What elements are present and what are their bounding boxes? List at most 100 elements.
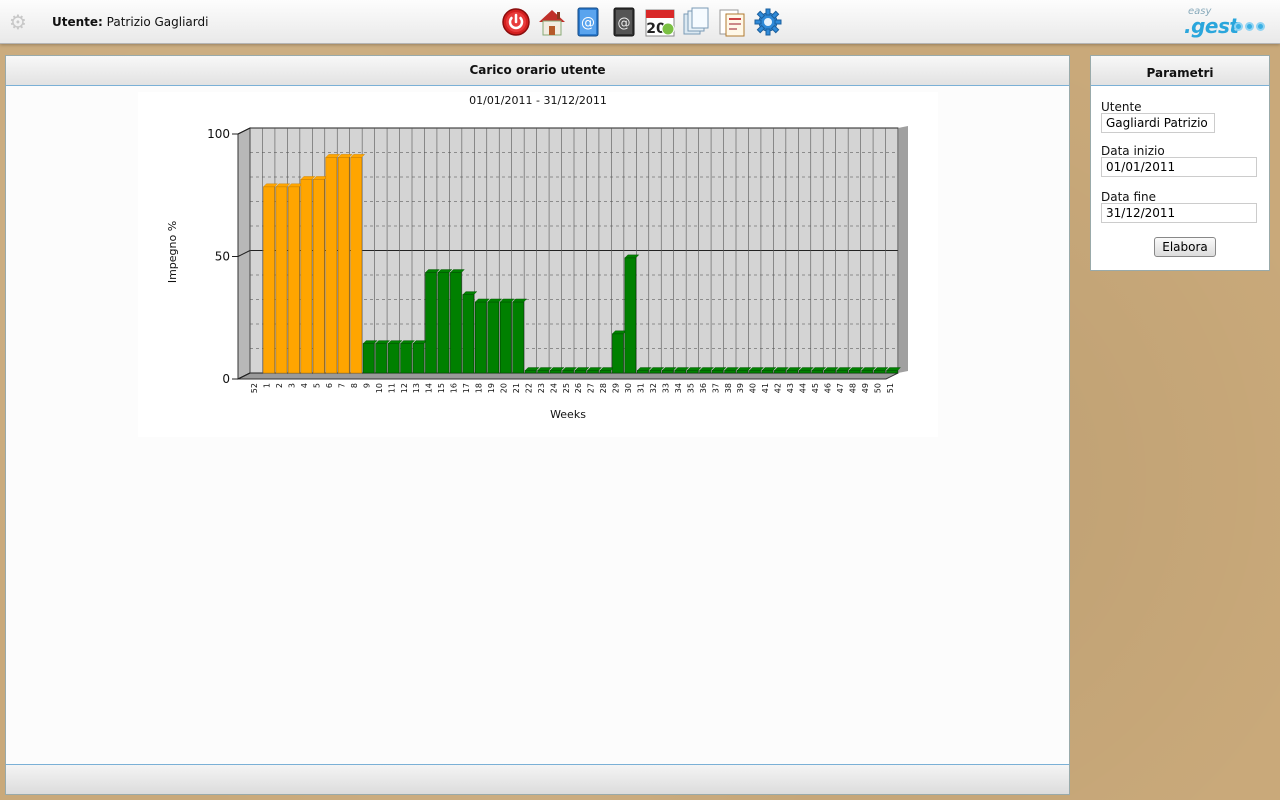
logo-gest-text: .gest bbox=[1184, 14, 1239, 38]
x-tick-label: 15 bbox=[437, 383, 446, 393]
x-tick-label: 29 bbox=[612, 383, 621, 393]
bar-week-30 bbox=[624, 257, 637, 374]
x-tick-label: 39 bbox=[736, 383, 745, 393]
bar-week-19 bbox=[487, 301, 500, 374]
bar-week-11 bbox=[387, 343, 400, 374]
documents-icon[interactable] bbox=[680, 6, 712, 38]
bar-week-31 bbox=[637, 370, 649, 374]
data-fine-field[interactable] bbox=[1101, 203, 1257, 223]
email-book-icon[interactable]: @ bbox=[608, 6, 640, 38]
user-name: Patrizio Gagliardi bbox=[106, 15, 209, 29]
bar-week-10 bbox=[375, 343, 387, 374]
weekly-load-chart: 10050052 1 2 3 4 5 6 7 8 9 10 11 12 13 14 15 16 17 18 19 20 2… bbox=[166, 94, 908, 421]
x-tick-label: 35 bbox=[686, 383, 695, 393]
bar-week-44 bbox=[799, 370, 811, 374]
settings-gear-icon[interactable] bbox=[752, 6, 784, 38]
bar-week-51 bbox=[886, 370, 898, 374]
bar-week-15 bbox=[437, 272, 450, 374]
x-tick-label: 49 bbox=[861, 383, 870, 393]
utente-label: Utente bbox=[1101, 100, 1142, 114]
x-tick-label: 32 bbox=[649, 383, 658, 393]
bar-week-6 bbox=[325, 157, 338, 374]
bar-week-22 bbox=[524, 370, 537, 374]
bar-week-39 bbox=[736, 370, 749, 374]
x-tick-label: 36 bbox=[699, 383, 708, 393]
bar-week-24 bbox=[549, 370, 562, 374]
address-book-icon[interactable]: @ bbox=[572, 6, 604, 38]
bar-week-2 bbox=[275, 186, 288, 374]
bar-week-27 bbox=[587, 370, 599, 374]
bar-week-34 bbox=[674, 370, 686, 374]
main-panel-footer bbox=[6, 764, 1069, 794]
x-tick-label: 14 bbox=[425, 383, 434, 393]
x-tick-label: 9 bbox=[362, 383, 371, 388]
data-inizio-label: Data inizio bbox=[1101, 144, 1165, 158]
x-tick-label: 2 bbox=[275, 383, 284, 388]
bar-week-18 bbox=[475, 301, 487, 374]
plot-floor bbox=[237, 372, 899, 380]
x-tick-label: 45 bbox=[811, 383, 820, 393]
x-tick-label: 11 bbox=[387, 383, 396, 393]
bar-week-42 bbox=[774, 370, 786, 374]
x-tick-label: 38 bbox=[724, 383, 733, 393]
easygest-logo: easy .gest bbox=[1184, 6, 1270, 38]
x-tick-label: 40 bbox=[749, 383, 758, 393]
bar-week-20 bbox=[499, 301, 512, 374]
x-tick-label: 27 bbox=[587, 383, 596, 393]
x-tick-label: 17 bbox=[462, 383, 471, 393]
x-tick-label: 26 bbox=[574, 383, 583, 393]
bar-week-50 bbox=[873, 370, 886, 374]
bar-week-21 bbox=[512, 301, 524, 374]
x-tick-label: 8 bbox=[350, 383, 359, 388]
power-icon[interactable] bbox=[500, 6, 532, 38]
data-inizio-field[interactable] bbox=[1101, 157, 1257, 177]
bar-week-38 bbox=[724, 370, 736, 374]
x-tick-label: 4 bbox=[300, 383, 309, 388]
bar-week-25 bbox=[562, 370, 574, 374]
bar-week-45 bbox=[811, 370, 824, 374]
svg-text:@: @ bbox=[618, 16, 631, 31]
y-axis-label: Impegno % bbox=[166, 221, 179, 283]
utente-field[interactable] bbox=[1101, 113, 1215, 133]
x-tick-label: 46 bbox=[823, 383, 832, 393]
x-tick-label: 51 bbox=[886, 383, 895, 393]
bar-week-12 bbox=[400, 343, 412, 374]
bar-week-43 bbox=[786, 370, 799, 374]
x-tick-label: 33 bbox=[661, 383, 670, 393]
x-tick-label: 50 bbox=[873, 383, 882, 393]
elabora-button[interactable]: Elabora bbox=[1154, 237, 1216, 257]
bar-week-7 bbox=[337, 157, 350, 374]
bar-week-33 bbox=[661, 370, 674, 374]
loading-gear-icon: ⚙ bbox=[9, 10, 27, 34]
parameters-title: Parametri bbox=[1091, 56, 1269, 86]
x-tick-label: 44 bbox=[799, 383, 808, 393]
bar-week-29 bbox=[612, 333, 624, 374]
x-axis-label: Weeks bbox=[550, 408, 586, 421]
x-tick-label: 48 bbox=[848, 383, 857, 393]
home-icon[interactable] bbox=[536, 6, 568, 38]
bar-week-14 bbox=[425, 272, 437, 374]
x-tick-label: 6 bbox=[325, 383, 334, 388]
user-label: Utente: bbox=[52, 15, 103, 29]
x-tick-label: 25 bbox=[562, 383, 571, 393]
bar-week-49 bbox=[861, 370, 873, 374]
x-tick-label: 7 bbox=[337, 383, 346, 388]
bar-week-3 bbox=[288, 186, 300, 374]
bar-week-1 bbox=[263, 186, 275, 374]
y-tick-label: 0 bbox=[222, 372, 230, 386]
bar-week-32 bbox=[649, 370, 662, 374]
bar-week-40 bbox=[749, 370, 761, 374]
bar-week-35 bbox=[686, 370, 699, 374]
x-tick-label: 22 bbox=[524, 383, 533, 393]
x-tick-label: 1 bbox=[263, 383, 272, 388]
logo-dots bbox=[1234, 22, 1265, 31]
bar-week-23 bbox=[537, 370, 549, 374]
bar-week-26 bbox=[574, 370, 587, 374]
report-icon[interactable] bbox=[716, 6, 748, 38]
x-tick-label: 18 bbox=[475, 383, 484, 393]
bar-week-5 bbox=[313, 179, 325, 374]
x-tick-label: 42 bbox=[774, 383, 783, 393]
main-panel: Carico orario utente 100 50 0 52 1 2 3 4 5 6 7 8 9 10… bbox=[5, 55, 1070, 795]
x-tick-label: 12 bbox=[400, 383, 409, 393]
calendar-icon[interactable]: 20 bbox=[644, 6, 676, 38]
